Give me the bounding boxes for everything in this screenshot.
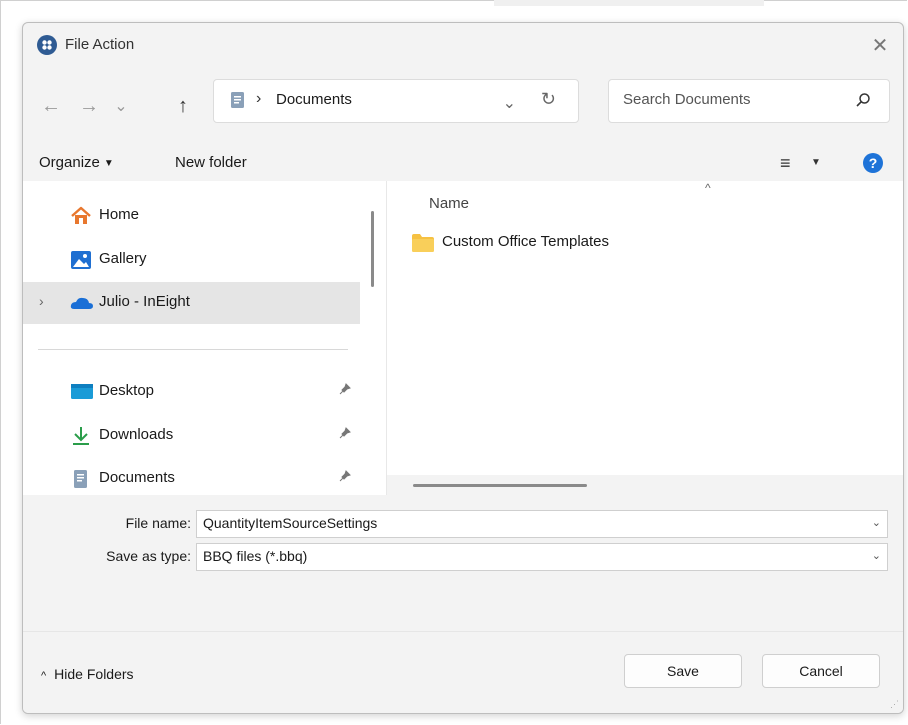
background-window-strip <box>494 0 764 6</box>
resize-grip-icon[interactable]: ⋰ <box>890 699 899 710</box>
navigation-pane: Home Gallery › Julio - InEight Desktop D… <box>23 181 386 495</box>
sidebar-divider <box>38 349 348 350</box>
sort-ascending-icon: ^ <box>705 181 711 195</box>
breadcrumb-documents[interactable]: Documents <box>276 91 352 108</box>
search-input[interactable]: Search Documents <box>623 91 751 108</box>
sidebar-item-label: Desktop <box>99 382 155 399</box>
horizontal-scrollbar[interactable] <box>413 484 587 487</box>
pin-icon <box>339 470 351 485</box>
pin-icon <box>339 427 351 442</box>
sidebar-item-label: Documents <box>99 469 175 486</box>
save-form: File name: QuantityItemSourceSettings ⌄ … <box>23 495 903 631</box>
organize-label: Organize <box>39 154 100 171</box>
list-item[interactable]: Custom Office Templates <box>411 229 711 257</box>
up-arrow-icon: ↑ <box>178 94 188 117</box>
view-options-icon[interactable]: ≡ <box>780 153 791 174</box>
sidebar-item-documents[interactable]: Documents <box>23 458 360 500</box>
app-icon <box>37 35 57 55</box>
forward-button[interactable]: → <box>75 92 103 120</box>
sidebar-item-desktop[interactable]: Desktop <box>23 371 360 413</box>
onedrive-cloud-icon <box>70 293 93 313</box>
sidebar-item-label: Gallery <box>99 250 147 267</box>
documents-icon <box>230 91 246 114</box>
save-type-value: BBQ files (*.bbq) <box>203 548 308 564</box>
caret-down-icon: ▼ <box>103 158 114 169</box>
save-type-label: Save as type: <box>106 548 191 564</box>
sidebar-item-label: Downloads <box>99 426 174 443</box>
browser-panes: Home Gallery › Julio - InEight Desktop D… <box>23 181 903 495</box>
breadcrumb-separator: › <box>256 90 262 107</box>
chevron-up-icon: ^ <box>41 670 47 682</box>
title-bar: File Action ✕ <box>23 23 903 67</box>
chevron-right-icon[interactable]: › <box>39 293 44 309</box>
back-button[interactable]: ← <box>37 92 65 120</box>
help-icon[interactable]: ? <box>863 153 883 173</box>
pin-icon <box>339 383 351 398</box>
address-bar[interactable]: › Documents ⌄ ↻ <box>213 79 579 123</box>
navigation-bar: ← → ⌄ ↑ › Documents ⌄ ↻ Search Documents <box>23 67 903 149</box>
column-header-name[interactable]: Name <box>429 195 469 212</box>
horizontal-scroll-track <box>387 475 903 495</box>
window-title: File Action <box>65 36 135 53</box>
chevron-down-icon[interactable]: ⌄ <box>872 549 881 562</box>
file-list-pane: ^ Name Custom Office Templates <box>387 181 903 495</box>
dialog-footer: ^ Hide Folders Save Cancel ⋰ <box>23 631 903 713</box>
chevron-down-icon: ⌄ <box>114 98 128 115</box>
search-box[interactable]: Search Documents <box>608 79 890 123</box>
search-icon <box>855 92 871 113</box>
refresh-icon[interactable]: ↻ <box>541 89 556 110</box>
file-dialog: File Action ✕ ← → ⌄ ↑ › Documents ⌄ ↻ Se… <box>22 22 904 714</box>
sidebar-item-gallery[interactable]: Gallery <box>23 239 360 281</box>
downloads-icon <box>70 426 92 446</box>
documents-icon <box>70 469 92 489</box>
folder-icon <box>411 233 435 258</box>
sidebar-item-onedrive[interactable]: › Julio - InEight <box>23 282 360 324</box>
view-dropdown-icon[interactable]: ▼ <box>811 157 821 168</box>
close-button[interactable]: ✕ <box>865 31 895 59</box>
file-name: Custom Office Templates <box>442 233 610 250</box>
cancel-button[interactable]: Cancel <box>762 654 880 688</box>
up-button[interactable]: ↑ <box>169 92 197 120</box>
sidebar-item-home[interactable]: Home <box>23 195 360 237</box>
hide-folders-label: Hide Folders <box>54 666 134 682</box>
back-arrow-icon: ← <box>41 94 61 117</box>
gallery-icon <box>70 250 92 270</box>
desktop-icon <box>70 382 93 402</box>
file-name-field[interactable]: QuantityItemSourceSettings ⌄ <box>196 510 888 538</box>
chevron-down-icon[interactable]: ⌄ <box>872 516 881 529</box>
sidebar-scrollbar[interactable] <box>371 211 374 287</box>
home-icon <box>70 206 92 226</box>
sidebar-item-label: Julio - InEight <box>99 293 190 310</box>
command-bar: Organize ▼ New folder ≡ ▼ ? <box>23 149 903 181</box>
save-button[interactable]: Save <box>624 654 742 688</box>
forward-arrow-icon: → <box>79 94 99 117</box>
organize-button[interactable]: Organize ▼ <box>39 154 114 171</box>
sidebar-item-downloads[interactable]: Downloads <box>23 415 360 457</box>
close-icon: ✕ <box>871 34 889 57</box>
sidebar-item-label: Home <box>99 206 140 223</box>
file-name-value: QuantityItemSourceSettings <box>203 515 378 531</box>
recent-locations-button[interactable]: ⌄ <box>107 92 135 120</box>
hide-folders-button[interactable]: ^ Hide Folders <box>41 666 134 682</box>
save-type-select[interactable]: BBQ files (*.bbq) ⌄ <box>196 543 888 571</box>
new-folder-button[interactable]: New folder <box>175 154 247 171</box>
address-dropdown-icon[interactable]: ⌄ <box>503 93 516 113</box>
file-name-label: File name: <box>125 515 191 531</box>
